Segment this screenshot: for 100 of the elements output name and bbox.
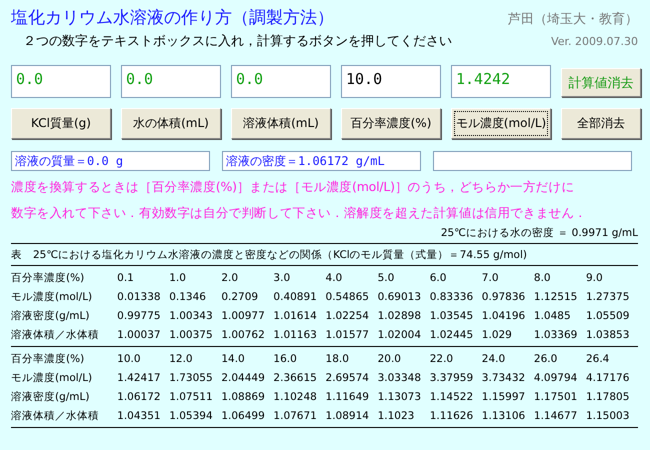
result-field[interactable]: 溶液の質量＝0.0 g: [11, 151, 210, 171]
row-header: 百分率濃度(%): [11, 352, 86, 366]
table-cell-text: 1.07671: [273, 410, 318, 422]
table-cell-text: 1.10248: [273, 390, 318, 402]
table-cell-text: 1.08914: [326, 410, 370, 422]
table-cell-text: 1.02445: [430, 328, 474, 340]
table-cell-text: 1.029: [482, 328, 513, 340]
table-cell-text: 0.69013: [378, 290, 422, 302]
table-cell-text: 1.00037: [117, 328, 162, 340]
table-cell-text: 1.01577: [326, 328, 370, 340]
table-cell-text: 1.05394: [169, 410, 214, 422]
table-cell-text: 26.4: [586, 352, 610, 364]
table-cell-text: 1.15003: [586, 410, 630, 422]
table-cell-text: 14.0: [221, 352, 246, 364]
table-cell-text: 3.03348: [378, 372, 422, 384]
version-text: Ver. 2009.07.30: [551, 35, 638, 48]
note-text: 濃度を換算するときは［百分率濃度(%)］または［モル濃度(mol/L)］のうち，どちらか一方だけに: [11, 179, 576, 196]
result-field[interactable]: 溶液の密度＝1.06172 g/mL: [222, 151, 421, 171]
table-cell-text: 20.0: [378, 352, 402, 364]
table-cell-text: 1.07511: [169, 390, 214, 402]
table-cell-text: 1.12515: [534, 290, 578, 302]
table-cell-text: 4.17176: [586, 372, 630, 384]
table-cell-text: 3.37959: [430, 372, 474, 384]
row-header: 百分率濃度(%): [11, 270, 86, 284]
instruction-text: ２つの数字をテキストボックスに入れ，計算するボタンを押してください: [22, 33, 452, 50]
table-cell-text: 1.0485: [534, 310, 572, 322]
table-cell-text: 0.01338: [117, 290, 162, 302]
table-cell-text: 4.09794: [534, 372, 578, 384]
table-cell-text: 4.0: [326, 272, 344, 284]
table-cell-text: 5.0: [378, 272, 396, 284]
result-field[interactable]: [433, 151, 632, 171]
table-cell-text: 2.0: [221, 272, 240, 284]
table-cell-text: 1.13073: [378, 390, 422, 402]
table-cell-text: 1.03369: [534, 328, 578, 340]
calculate-button[interactable]: 溶液体積(mL): [231, 108, 331, 139]
table-cell-text: 1.14677: [534, 410, 578, 422]
table-cell-text: 3.73432: [482, 372, 526, 384]
table-cell-text: 1.14522: [430, 390, 474, 402]
row-header: 溶液密度(g/mL): [11, 308, 90, 322]
calculate-button[interactable]: モル濃度(mol/L): [451, 108, 551, 139]
table-cell-text: 16.0: [273, 352, 298, 364]
table-cell-text: 1.17805: [586, 390, 630, 402]
table-cell-text: 1.27375: [586, 290, 630, 302]
author-text: 芦田（埼玉大・教育）: [508, 10, 638, 28]
calculate-button[interactable]: 百分率濃度(%): [341, 108, 441, 139]
table-cell-text: 1.00375: [169, 328, 214, 340]
page-title: 塩化カリウム水溶液の作り方（調製方法）: [11, 7, 334, 29]
water-density-text: 25℃における水の密度 ＝ 0.9971 g/mL: [440, 227, 638, 239]
table-cell-text: 0.54865: [326, 290, 370, 302]
table-cell-text: 2.69574: [326, 372, 370, 384]
table-cell-text: 1.00977: [221, 310, 266, 322]
table-cell-text: 0.40891: [273, 290, 318, 302]
table-cell-text: 22.0: [430, 352, 454, 364]
row-header: 溶液密度(g/mL): [11, 390, 90, 404]
row-header: モル濃度(mol/L): [11, 370, 94, 384]
table-cell-text: 1.0: [169, 272, 187, 284]
number-field[interactable]: 10.0: [341, 65, 441, 98]
table-cell-text: 1.03545: [430, 310, 474, 322]
table-cell-text: 6.0: [430, 272, 448, 284]
table-cell-text: 1.04351: [117, 410, 162, 422]
calculate-button[interactable]: 水の体積(mL): [121, 108, 221, 139]
table-cell-text: 1.42417: [117, 372, 162, 384]
note-text: 数字を入れて下さい．有効数字は自分で判断して下さい．溶解度を超えた計算値は信用できません．: [11, 205, 588, 222]
table-cell-text: 1.15997: [482, 390, 526, 402]
table-cell-text: 12.0: [169, 352, 194, 364]
table-cell-text: 1.13106: [482, 410, 526, 422]
table-cell-text: 0.2709: [221, 290, 260, 302]
table-cell-text: 1.00762: [221, 328, 266, 340]
table-cell-text: 2.04449: [221, 372, 266, 384]
table-cell-text: 1.02254: [326, 310, 370, 322]
table-cell-text: 1.06172: [117, 390, 162, 402]
table-cell-text: 1.1023: [378, 410, 416, 422]
table-cell-text: 1.01163: [273, 328, 318, 340]
row-header: 溶液体積／水体積: [11, 328, 100, 342]
table-cell-text: 1.02004: [378, 328, 422, 340]
clear-all-button[interactable]: 全部消去: [561, 108, 641, 139]
table-cell-text: 1.03853: [586, 328, 630, 340]
table-cell-text: 24.0: [482, 352, 506, 364]
table-cell-text: 1.04196: [482, 310, 526, 322]
table-cell-text: 1.01614: [273, 310, 318, 322]
table-cell-text: 26.0: [534, 352, 558, 364]
table-cell-text: 2.36615: [273, 372, 318, 384]
table-cell-text: 1.00343: [169, 310, 214, 322]
table-caption: 表 25℃における塩化カリウム水溶液の濃度と密度などの関係（KClのモル質量（式量）＝74.55 g/mol): [11, 244, 638, 266]
calculate-button[interactable]: KCl質量(g): [11, 108, 111, 139]
table-cell-text: 7.0: [482, 272, 500, 284]
table-cell-text: 1.17501: [534, 390, 578, 402]
table-cell-text: 1.73055: [169, 372, 214, 384]
table-cell-text: 1.08869: [221, 390, 266, 402]
row-header: 溶液体積／水体積: [11, 408, 100, 422]
table-cell-text: 1.11649: [326, 390, 370, 402]
table-cell-text: 1.06499: [221, 410, 266, 422]
table-cell-text: 0.83336: [430, 290, 474, 302]
table-cell-text: 0.1346: [169, 290, 207, 302]
table-cell-text: 0.97836: [482, 290, 526, 302]
table-cell-text: 1.05509: [586, 310, 630, 322]
row-header: モル濃度(mol/L): [11, 290, 94, 304]
table-cell-text: 0.99775: [117, 310, 162, 322]
table-cell-text: 8.0: [534, 272, 552, 284]
table-cell-text: 18.0: [326, 352, 350, 364]
